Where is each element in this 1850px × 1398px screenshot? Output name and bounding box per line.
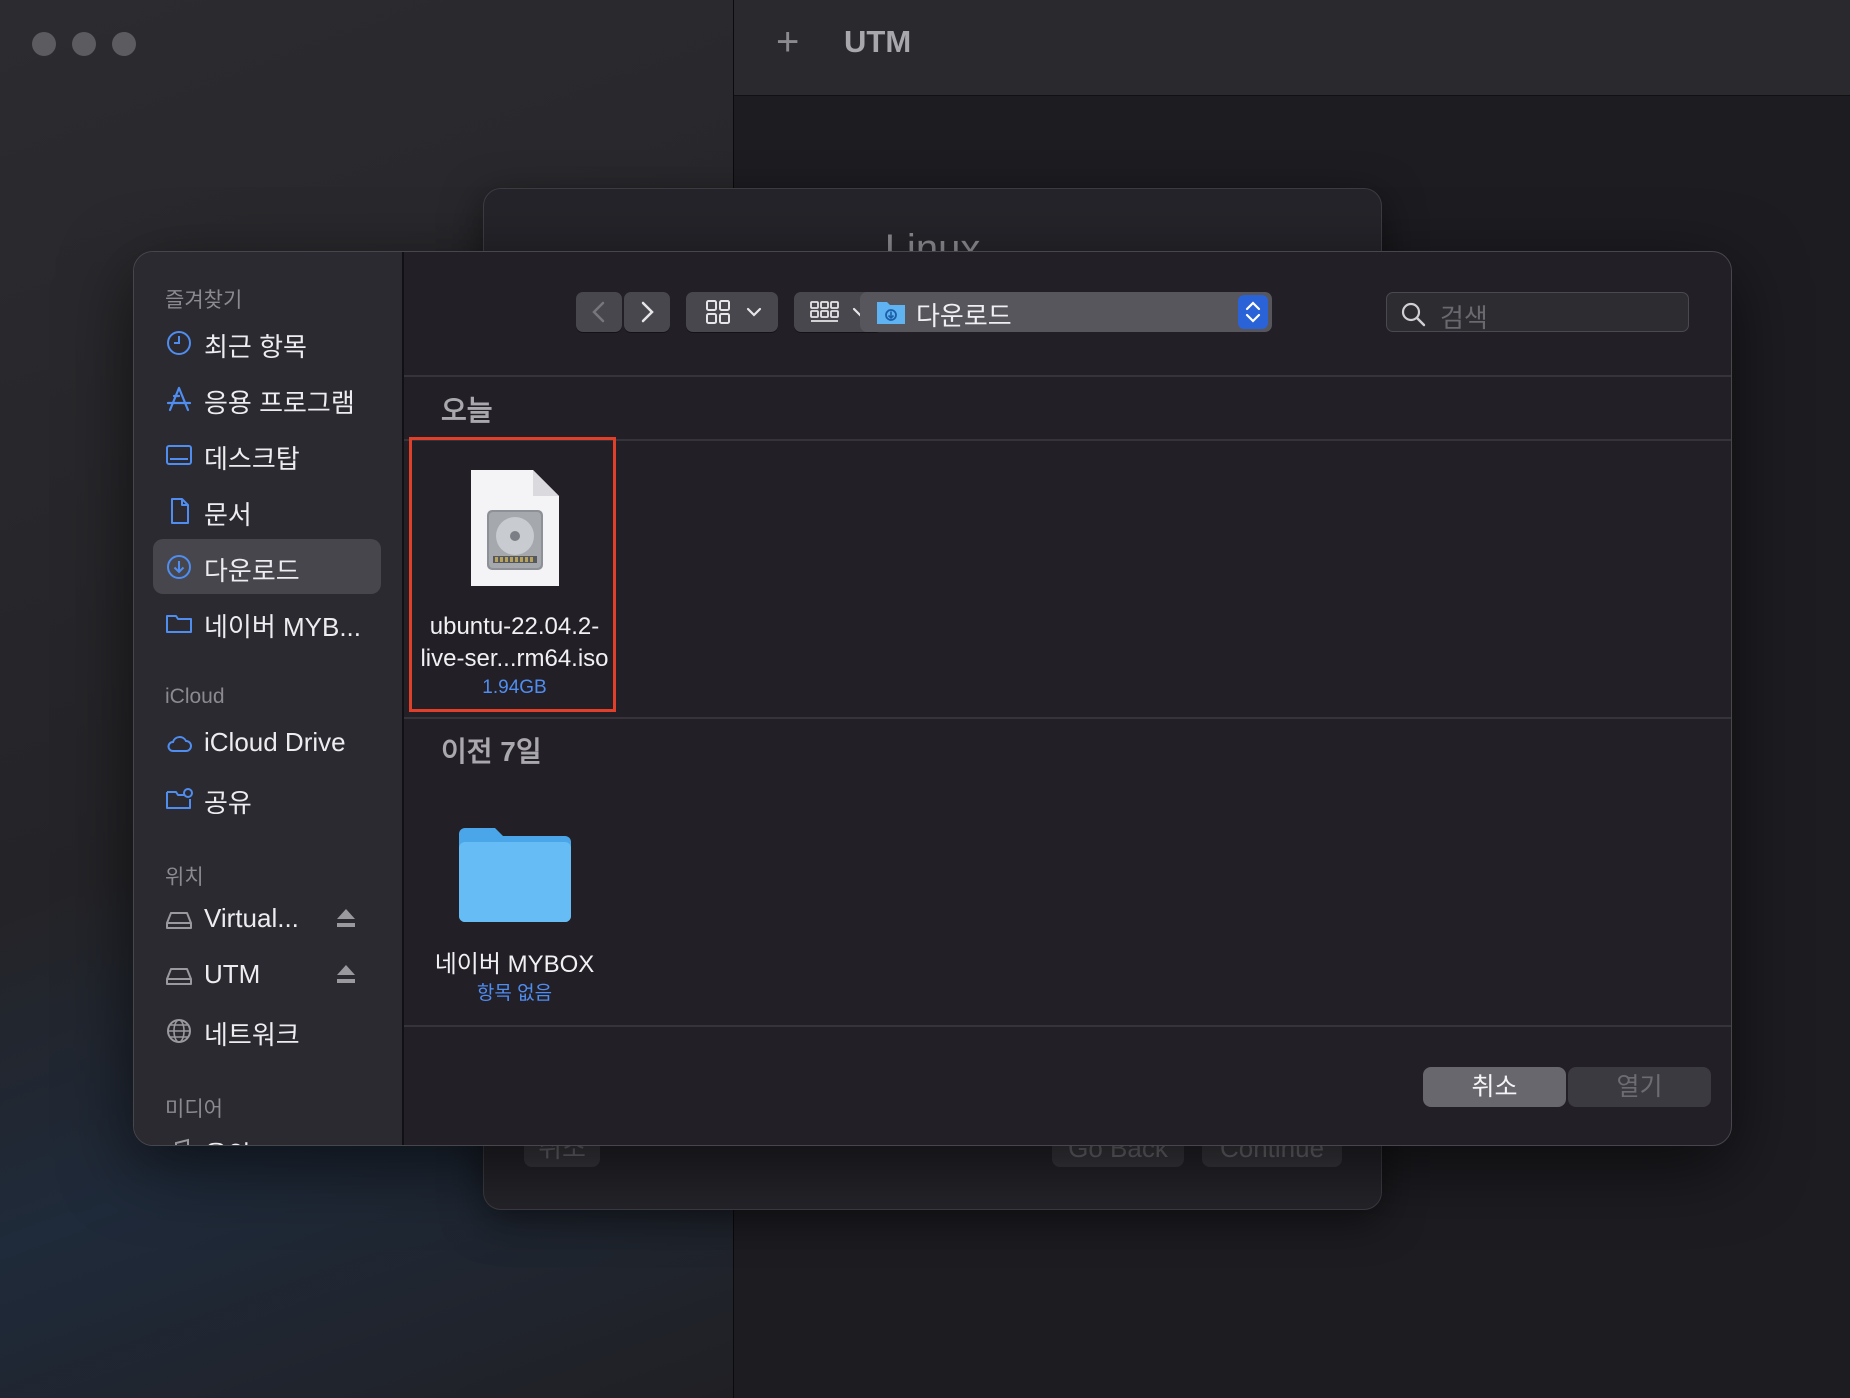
folder-icon: [166, 615, 192, 633]
window-close-button[interactable]: [32, 32, 56, 56]
add-vm-button[interactable]: +: [776, 22, 799, 62]
search-placeholder: 검색: [1440, 303, 1488, 333]
sidebar-item-applications[interactable]: 응용 프로그램: [153, 371, 381, 426]
sidebar-item-label: 문서: [204, 500, 252, 530]
sidebar-item-recents[interactable]: 최근 항목: [153, 315, 381, 370]
open-file-panel: 즐겨찾기 최근 항목 응용 프로그램 데스크탑 문서 다운로드 네이버 MYB.…: [133, 251, 1732, 1146]
shared-folder-icon: [166, 788, 193, 809]
cancel-button[interactable]: 취소: [1423, 1067, 1566, 1107]
file-item-ubuntu-iso[interactable]: ubuntu-22.04.2- live-ser...rm64.iso 1.94…: [399, 468, 630, 701]
file-name: 네이버 MYBOX: [434, 951, 595, 978]
sidebar-item-label: Virtual...: [204, 903, 299, 933]
desktop-icon: [166, 445, 192, 465]
sidebar-item-network[interactable]: 네트워크: [153, 1003, 381, 1058]
sidebar-item-utm-drive[interactable]: UTM: [153, 947, 381, 1002]
forward-button[interactable]: [624, 292, 670, 332]
sidebar-item-label: 데스크탑: [204, 444, 300, 474]
eject-icon[interactable]: [334, 961, 358, 987]
music-icon: [175, 1138, 189, 1145]
media-header: 미디어: [165, 1098, 223, 1121]
sidebar-item-label: 공유: [204, 788, 252, 818]
sidebar-item-label: 응용 프로그램: [204, 388, 355, 418]
sidebar-item-icloud-drive[interactable]: iCloud Drive: [153, 715, 381, 770]
file-size: 1.94GB: [482, 677, 547, 698]
group-header-previous-7-days: 이전 7일: [441, 736, 542, 767]
eject-icon[interactable]: [334, 905, 358, 931]
window-minimize-button[interactable]: [72, 32, 96, 56]
downloads-folder-icon: [877, 302, 905, 324]
sidebar-item-music[interactable]: 음악: [153, 1123, 381, 1145]
favorites-header: 즐겨찾기: [165, 289, 243, 312]
sidebar-item-label: iCloud Drive: [204, 727, 346, 757]
panel-sidebar: 즐겨찾기 최근 항목 응용 프로그램 데스크탑 문서 다운로드 네이버 MYB.…: [134, 252, 404, 1145]
file-item-count: 항목 없음: [476, 983, 553, 1004]
up-down-chevron-icon: [1245, 301, 1261, 323]
chevron-left-icon: [592, 301, 605, 323]
file-name: live-ser...rm64.iso: [420, 645, 609, 672]
icloud-header: iCloud: [165, 685, 225, 708]
window-zoom-button[interactable]: [112, 32, 136, 56]
open-button[interactable]: 열기: [1568, 1067, 1711, 1107]
sidebar-item-naver-mybox[interactable]: 네이버 MYB...: [153, 595, 381, 650]
path-popup[interactable]: 다운로드: [860, 292, 1272, 332]
cloud-icon: [167, 736, 192, 752]
panel-main: 다운로드 검색 오늘 ubuntu-22.04.2- live-ser...rm…: [404, 252, 1731, 1145]
sidebar-item-documents[interactable]: 문서: [153, 483, 381, 538]
search-icon: [1401, 302, 1426, 327]
sidebar-item-label: 네트워크: [204, 1020, 300, 1050]
back-button[interactable]: [576, 292, 622, 332]
sidebar-item-label: 네이버 MYB...: [204, 612, 361, 642]
sidebar-item-shared[interactable]: 공유: [153, 771, 381, 826]
sidebar-item-downloads[interactable]: 다운로드: [153, 539, 381, 594]
sidebar-item-label: 음악: [204, 1135, 252, 1145]
drive-icon: [166, 968, 192, 985]
document-icon: [171, 498, 189, 524]
sidebar-item-desktop[interactable]: 데스크탑: [153, 427, 381, 482]
group-divider: [404, 717, 1731, 719]
utm-window-title: UTM: [844, 24, 912, 59]
toolbar-divider: [404, 375, 1731, 377]
sidebar-item-label: UTM: [204, 959, 261, 989]
sidebar-item-virtual-drive[interactable]: Virtual...: [153, 891, 381, 946]
locations-header: 위치: [165, 866, 204, 889]
search-field[interactable]: 검색: [1386, 292, 1689, 333]
sidebar-item-label: 최근 항목: [204, 332, 307, 362]
clock-icon: [167, 331, 191, 355]
group-header-today: 오늘: [441, 395, 493, 426]
disk-image-icon: [470, 470, 559, 586]
download-icon: [167, 555, 191, 579]
file-name: ubuntu-22.04.2-: [429, 613, 600, 640]
path-label: 다운로드: [916, 301, 1012, 331]
apps-icon: [166, 386, 192, 412]
footer-divider: [404, 1025, 1731, 1027]
path-stepper: [1238, 295, 1268, 329]
chevron-right-icon: [641, 301, 654, 323]
folder-icon: [458, 828, 571, 922]
network-icon: [167, 1019, 191, 1043]
drive-icon: [166, 912, 192, 929]
sidebar-item-label: 다운로드: [204, 556, 300, 586]
view-icons-button[interactable]: [686, 292, 778, 332]
grid-view-icon: [706, 300, 762, 324]
file-item-naver-mybox-folder[interactable]: 네이버 MYBOX 항목 없음: [399, 822, 630, 1007]
